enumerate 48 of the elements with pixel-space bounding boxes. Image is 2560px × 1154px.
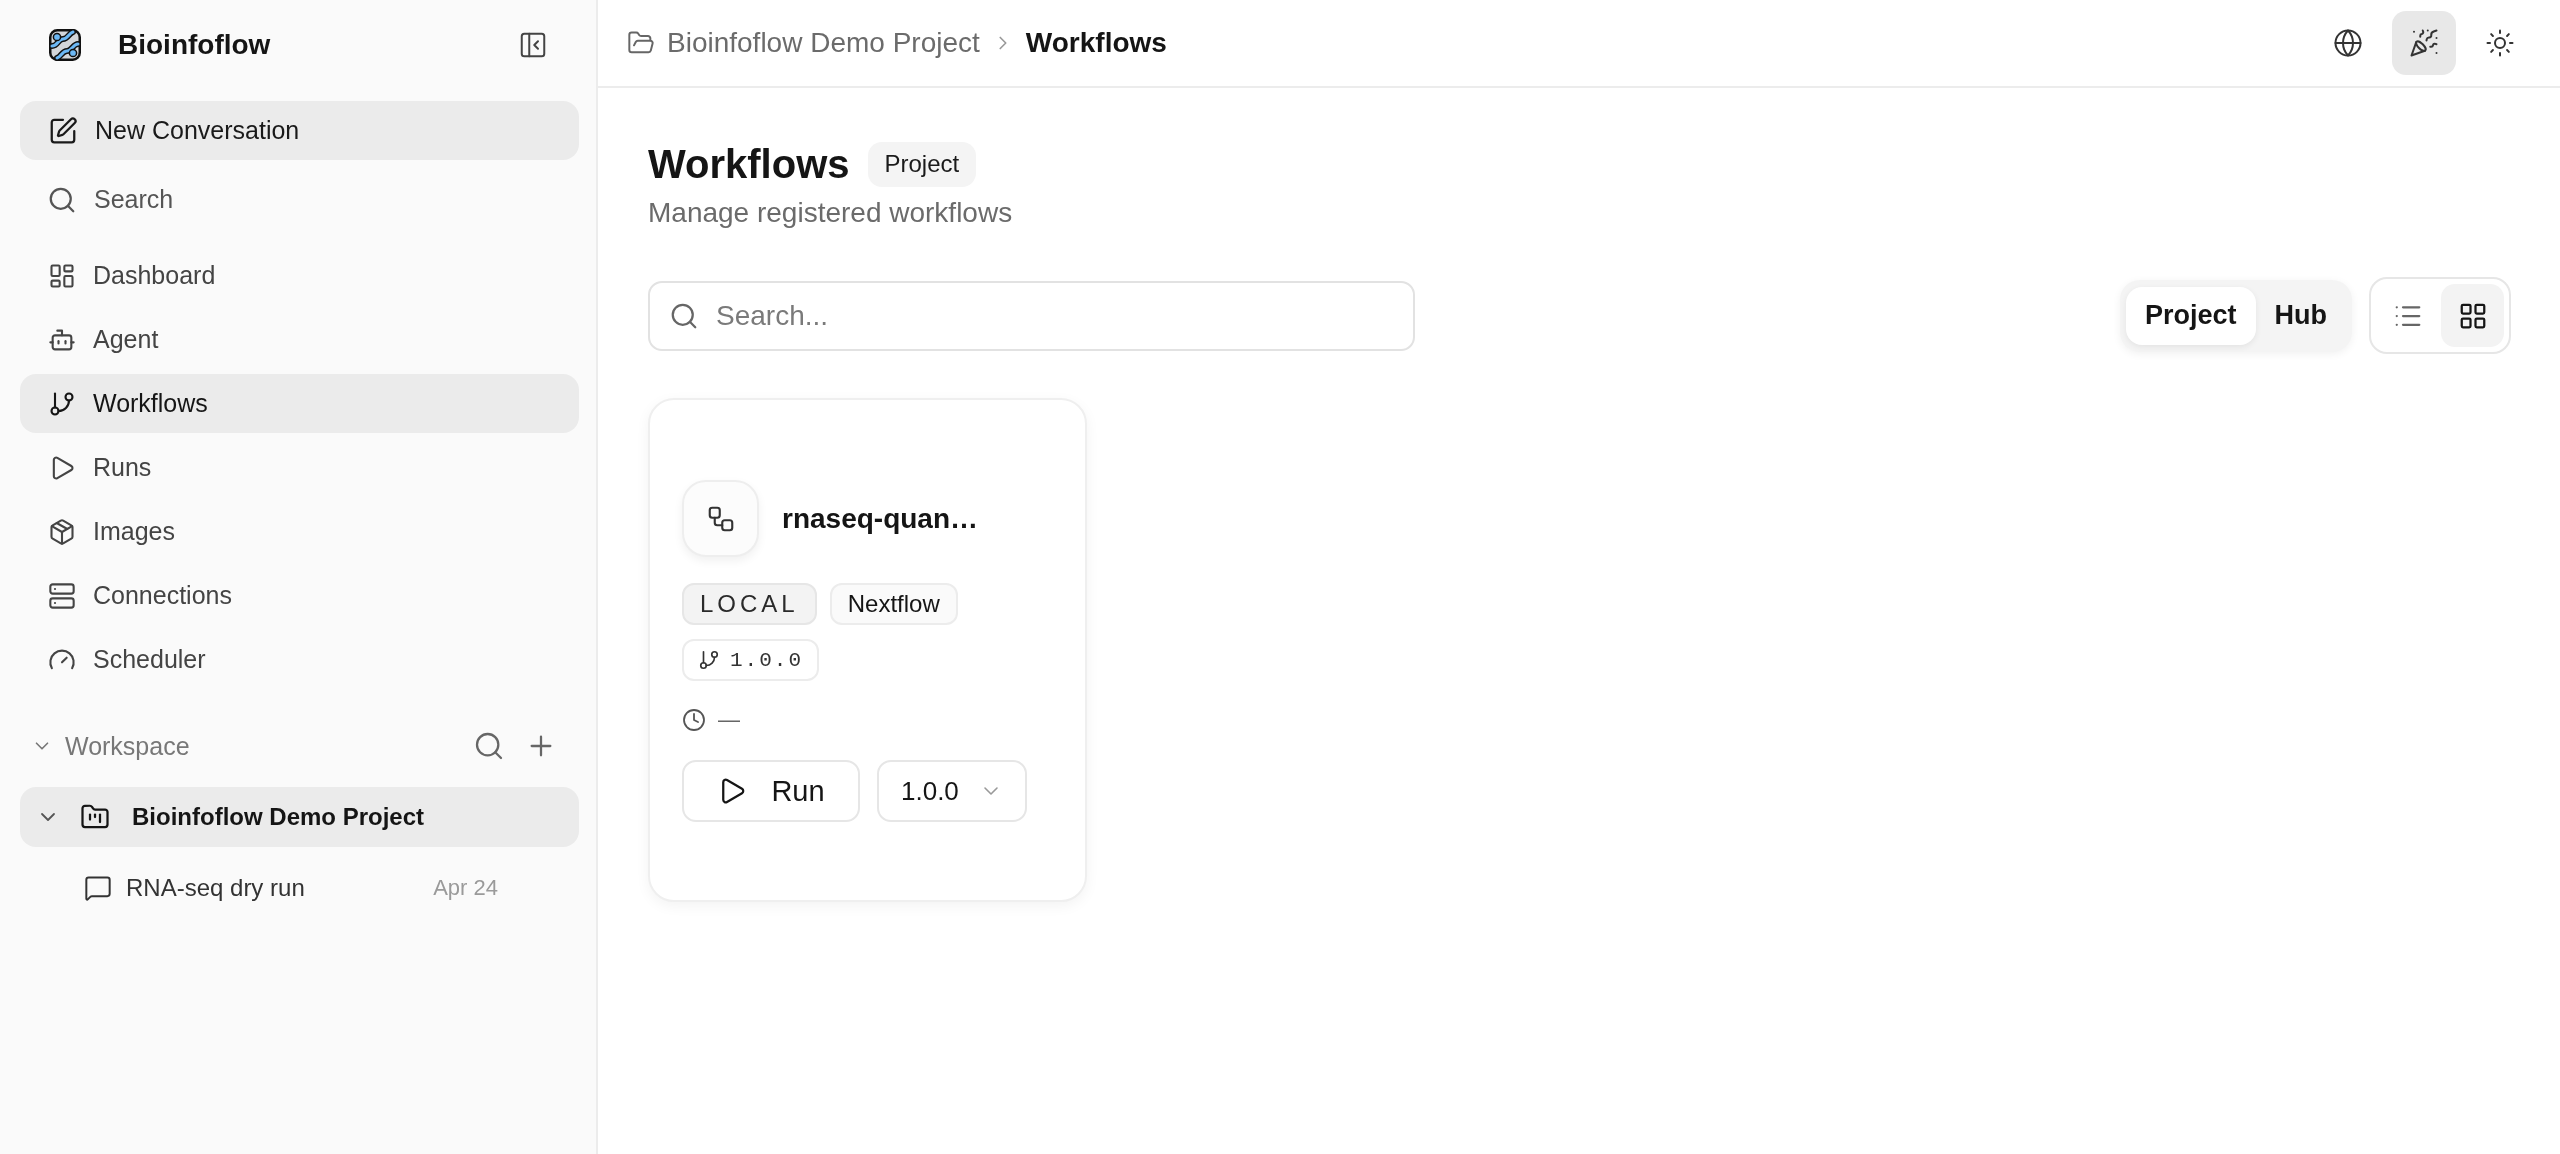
dashboard-icon [48,261,76,290]
workflow-card[interactable]: rnaseq-quan… LOCAL Nextflow 1.0.0 — Run 1.0.0 [648,398,1087,902]
page-title: Workflows [648,141,850,188]
grid-view-button[interactable] [2441,284,2504,347]
brand-name: Bioinfoflow [118,29,271,61]
new-conversation-button[interactable]: New Conversation [20,101,579,160]
search-field[interactable]: Search... [648,280,1415,351]
project-item[interactable]: Bioinfoflow Demo Project [20,787,579,847]
source-tag: LOCAL [682,583,817,625]
branch-icon [698,649,720,671]
version-select[interactable]: 1.0.0 [877,760,1027,822]
conversation-item[interactable]: RNA-seq dry run Apr 24 [20,860,579,916]
workflow-name: rnaseq-quan… [782,502,979,535]
nav-item[interactable]: Agent [20,310,579,369]
page-subtitle: Manage registered workflows [648,196,1013,230]
sun-icon [2485,28,2515,58]
sidebar-panel-icon [518,30,548,60]
pen-square-icon [48,115,78,146]
run-button[interactable]: Run [682,760,860,822]
workflow-icon [682,480,759,557]
sidebar-search-item[interactable]: Search [20,170,579,229]
message-icon [84,874,112,902]
nav-item[interactable]: Images [20,502,579,561]
last-run-time: — [718,707,740,733]
engine-tag: Nextflow [829,583,958,625]
conversation-date: Apr 24 [433,875,498,901]
nav-item[interactable]: Scheduler [20,630,579,689]
scope-tab[interactable]: Hub [2255,286,2346,345]
cube-icon [48,517,76,546]
party-popper-icon [2409,28,2439,58]
logo-icon [49,29,81,61]
nav-item[interactable]: Runs [20,438,579,497]
nav-item[interactable]: Dashboard [20,246,579,305]
collapse-sidebar-button[interactable] [518,30,548,60]
server-icon [48,581,76,610]
nav-item[interactable]: Connections [20,566,579,625]
workspace-search-button[interactable] [473,730,505,762]
scope-tab[interactable]: Project [2125,286,2256,345]
nav-item[interactable]: Workflows [20,374,579,433]
scope-badge: Project [867,141,977,187]
breadcrumb-link[interactable]: Bioinfoflow Demo Project [667,27,980,59]
version-label: 1.0.0 [730,648,803,672]
party-popper-button[interactable] [2392,11,2456,75]
breadcrumb-current[interactable]: Workflows [1025,27,1167,59]
workspace-toggle[interactable]: Workspace [31,731,190,761]
clock-icon [682,708,706,732]
search-icon [473,730,505,762]
globe-icon [2333,28,2363,58]
